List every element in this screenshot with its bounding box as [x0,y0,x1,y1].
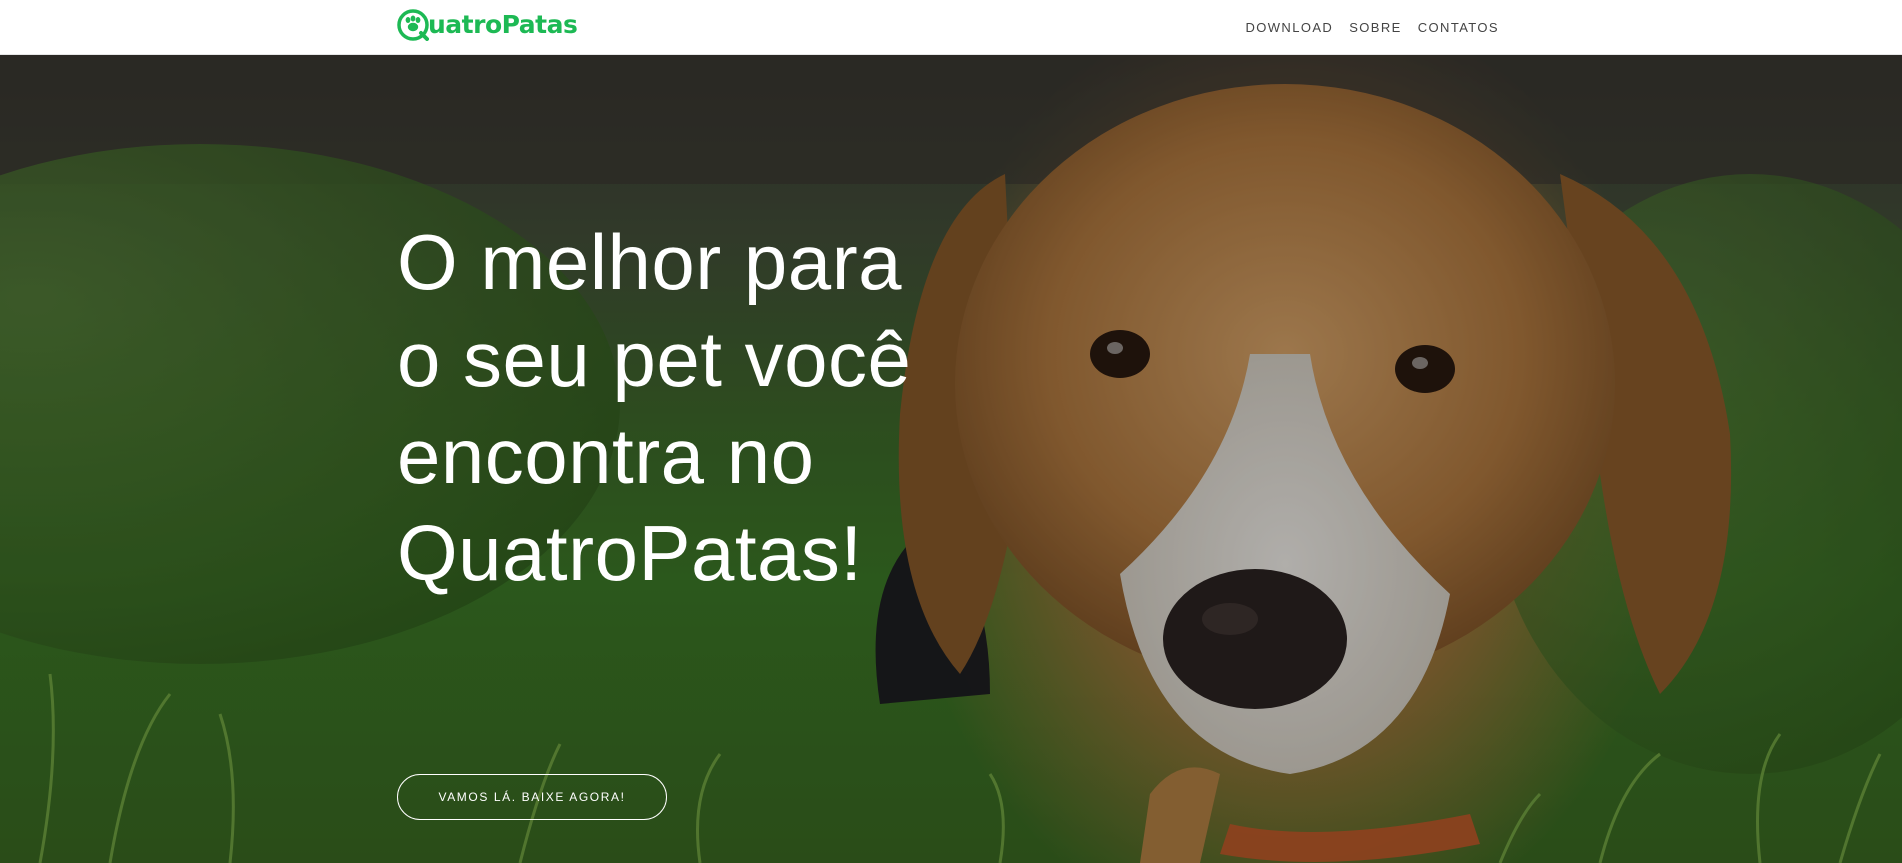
nav-sobre[interactable]: SOBRE [1349,20,1402,35]
brand-logo-link[interactable]: uatroPatas [397,9,578,41]
hero-section: O melhor para o seu pet você encontra no… [0,54,1902,863]
nav-contatos[interactable]: CONTATOS [1418,20,1499,35]
download-cta-button[interactable]: VAMOS LÁ. BAIXE AGORA! [397,774,667,820]
main-nav: DOWNLOAD SOBRE CONTATOS [1229,0,1499,54]
brand-name: uatroPatas [428,10,578,39]
paw-icon [397,9,429,41]
nav-download[interactable]: DOWNLOAD [1245,20,1333,35]
top-navbar: uatroPatas DOWNLOAD SOBRE CONTATOS [0,0,1902,55]
hero-title: O melhor para o seu pet você encontra no… [397,218,912,597]
hero-dim-overlay [0,54,1902,863]
